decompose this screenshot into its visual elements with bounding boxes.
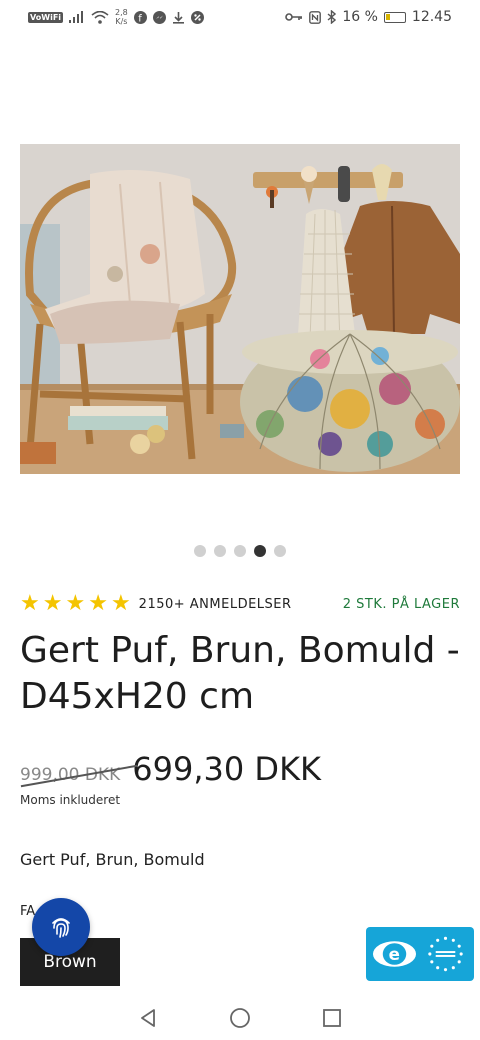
wifi-icon [91, 10, 109, 24]
stock-status: 2 STK. PÅ LAGER [342, 596, 460, 612]
fingerprint-icon [52, 918, 70, 938]
eu-stars-logo-icon [428, 936, 463, 972]
messenger-icon [152, 10, 166, 24]
product-title: Gert Puf, Brun, Bomuld - D45xH20 cm [20, 630, 460, 717]
carousel-dots [0, 545, 480, 557]
system-navigation-bar [0, 995, 480, 1040]
battery-icon [383, 11, 406, 23]
fingerprint-button[interactable] [32, 898, 90, 956]
download-icon [172, 11, 184, 24]
app-icon [190, 10, 204, 24]
carousel-dot[interactable] [234, 545, 246, 557]
star-icon: ★ [110, 591, 131, 616]
status-bar: VoWiFi 2,8 K/s f 16 % 12.45 [0, 0, 480, 34]
bluetooth-icon [327, 10, 337, 24]
vat-note: Moms inkluderet [20, 793, 121, 807]
rating-stars[interactable]: ★ ★ ★ ★ ★ [20, 591, 131, 616]
star-icon: ★ [20, 591, 40, 616]
nfc-icon [309, 10, 322, 24]
carousel-dot[interactable] [274, 545, 286, 557]
carousel-dot[interactable] [194, 545, 206, 557]
carousel-dot-active[interactable] [254, 545, 266, 557]
current-price: 699,30 DKK [132, 750, 322, 788]
home-icon[interactable] [229, 1007, 251, 1029]
old-price: 999,00 DKK [20, 765, 121, 785]
facebook-icon: f [133, 10, 147, 24]
star-icon: ★ [42, 591, 63, 616]
network-speed: 2,8 K/s [115, 8, 128, 26]
status-bar-left: VoWiFi 2,8 K/s f [28, 8, 204, 26]
clock: 12.45 [411, 9, 452, 25]
product-image[interactable] [20, 144, 460, 474]
signal-icon [69, 11, 84, 23]
svg-text:e: e [389, 945, 400, 964]
back-icon[interactable] [137, 1007, 159, 1029]
battery-percent: 16 % [342, 9, 378, 25]
review-count-link[interactable]: 2150+ ANMELDELSER [139, 597, 292, 612]
vowifi-badge: VoWiFi [28, 11, 64, 23]
recents-icon[interactable] [321, 1007, 343, 1029]
price-row: 999,00 DKK 699,30 DKK [20, 750, 321, 788]
svg-text:f: f [138, 13, 142, 24]
product-photo [20, 144, 460, 474]
speed-value: 2,8 [115, 8, 128, 17]
speed-unit: K/s [115, 17, 128, 26]
star-icon: ★ [88, 591, 108, 616]
ecommerce-europe-badge[interactable]: e [366, 927, 474, 981]
eye-logo-icon: e [372, 941, 417, 967]
product-subtitle: Gert Puf, Brun, Bomuld [20, 850, 205, 869]
key-icon [285, 13, 303, 21]
status-bar-right: 16 % 12.45 [285, 9, 452, 25]
star-icon: ★ [65, 591, 86, 616]
rating-row: ★ ★ ★ ★ ★ 2150+ ANMELDELSER 2 STK. PÅ LA… [20, 591, 460, 616]
carousel-dot[interactable] [214, 545, 226, 557]
